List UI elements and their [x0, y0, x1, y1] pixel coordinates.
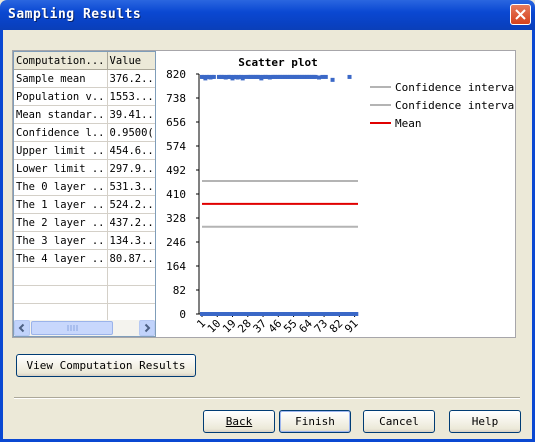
x-tick-label: 91 — [342, 317, 361, 336]
close-icon — [515, 9, 526, 20]
table-row[interactable]: The 3 layer ...134.3... — [14, 231, 155, 250]
cell-computation: Mean standar... — [14, 105, 108, 124]
view-computation-results-button[interactable]: View Computation Results — [16, 354, 196, 377]
button-separator — [14, 397, 520, 399]
scroll-thumb[interactable] — [31, 321, 113, 335]
cell-computation — [14, 303, 108, 322]
y-tick-label: 820 — [166, 68, 186, 81]
chart-title: Scatter plot — [238, 56, 317, 69]
cell-computation — [14, 285, 108, 304]
table-header-row: Computation... Value — [14, 52, 155, 70]
horizontal-scrollbar[interactable] — [14, 320, 155, 336]
table-row[interactable]: The 4 layer ...80.87... — [14, 249, 155, 268]
chevron-left-icon — [18, 323, 25, 333]
cell-computation: The 1 layer ... — [14, 195, 108, 214]
cell-value: 531.3... — [107, 177, 155, 196]
cell-computation: The 3 layer ... — [14, 231, 108, 250]
table-row[interactable] — [14, 267, 155, 286]
scatter-chart: Scatter plot 820738656574492410328246164… — [166, 56, 514, 336]
cell-value: 524.2... — [107, 195, 155, 214]
cell-value: 376.2... — [107, 69, 155, 88]
finish-button[interactable]: Finish — [279, 410, 351, 433]
table-row[interactable]: The 2 layer ...437.2... — [14, 213, 155, 232]
y-tick-label: 164 — [166, 260, 186, 273]
table-row[interactable]: Upper limit ...454.6... — [14, 141, 155, 160]
data-point — [347, 74, 352, 79]
cell-computation: Confidence l... — [14, 123, 108, 142]
table-row[interactable]: Sample mean376.2... — [14, 69, 155, 88]
cell-computation: The 0 layer ... — [14, 177, 108, 196]
cell-value: 437.2... — [107, 213, 155, 232]
window-title: Sampling Results — [8, 7, 142, 22]
cell-value — [107, 303, 155, 322]
y-tick-label: 328 — [166, 212, 186, 225]
results-table[interactable]: Computation... Value Sample mean376.2...… — [13, 51, 156, 337]
cell-value: 297.9... — [107, 159, 155, 178]
y-tick-label: 492 — [166, 164, 186, 177]
table-row[interactable]: Population v... 1553... — [14, 87, 155, 106]
cell-value: 39.41... — [107, 105, 155, 124]
data-point — [211, 74, 216, 79]
cancel-label: Cancel — [379, 415, 419, 428]
y-tick-label: 0 — [179, 308, 186, 321]
data-point — [354, 312, 359, 316]
cell-computation: The 4 layer ... — [14, 249, 108, 268]
y-tick-label: 82 — [173, 284, 186, 297]
y-tick-label: 656 — [166, 116, 186, 129]
cancel-button[interactable]: Cancel — [363, 410, 435, 433]
back-label: Back — [225, 415, 253, 428]
back-button[interactable]: Back — [203, 410, 275, 433]
cell-value: 1553... — [107, 87, 155, 106]
window-frame-left — [0, 30, 3, 442]
data-point — [323, 74, 328, 79]
cell-value — [107, 285, 155, 304]
scroll-right-button[interactable] — [139, 320, 155, 336]
close-button[interactable] — [510, 4, 531, 25]
y-tick-label: 738 — [166, 92, 186, 105]
cell-value: 80.87... — [107, 249, 155, 268]
cell-computation: Upper limit ... — [14, 141, 108, 160]
y-tick-label: 574 — [166, 140, 186, 153]
scroll-left-button[interactable] — [14, 320, 30, 336]
finish-label: Finish — [295, 415, 335, 428]
help-label: Help — [471, 415, 499, 428]
table-row[interactable] — [14, 303, 155, 322]
table-row[interactable]: The 0 layer ...531.3... — [14, 177, 155, 196]
cell-computation — [14, 267, 108, 286]
title-bar[interactable]: Sampling Results — [0, 0, 535, 30]
cell-computation: Lower limit ... — [14, 159, 108, 178]
cell-computation: The 2 layer ... — [14, 213, 108, 232]
grip-icon — [67, 325, 78, 331]
y-tick-label: 410 — [166, 188, 186, 201]
help-button[interactable]: Help — [449, 410, 521, 433]
table-row[interactable] — [14, 285, 155, 304]
cell-computation: Population v... — [14, 87, 108, 106]
chevron-right-icon — [144, 323, 151, 333]
cell-computation: Sample mean — [14, 69, 108, 88]
legend-label: Mean — [395, 117, 422, 130]
legend-label: Confidence interval — [395, 81, 514, 94]
column-header-computation[interactable]: Computation... — [14, 52, 108, 70]
cell-value — [107, 267, 155, 286]
table-row[interactable]: Lower limit ...297.9... — [14, 159, 155, 178]
table-row[interactable]: The 1 layer ...524.2... — [14, 195, 155, 214]
cell-value: 134.3... — [107, 231, 155, 250]
legend-label: Confidence interval — [395, 99, 514, 112]
cell-value: 454.6... — [107, 141, 155, 160]
column-header-value[interactable]: Value — [107, 52, 155, 70]
table-row[interactable]: Confidence l... 0.9500( — [14, 123, 155, 142]
y-tick-label: 246 — [166, 236, 186, 249]
table-row[interactable]: Mean standar...39.41... — [14, 105, 155, 124]
data-point — [330, 77, 335, 82]
cell-value: 0.9500( — [107, 123, 155, 142]
